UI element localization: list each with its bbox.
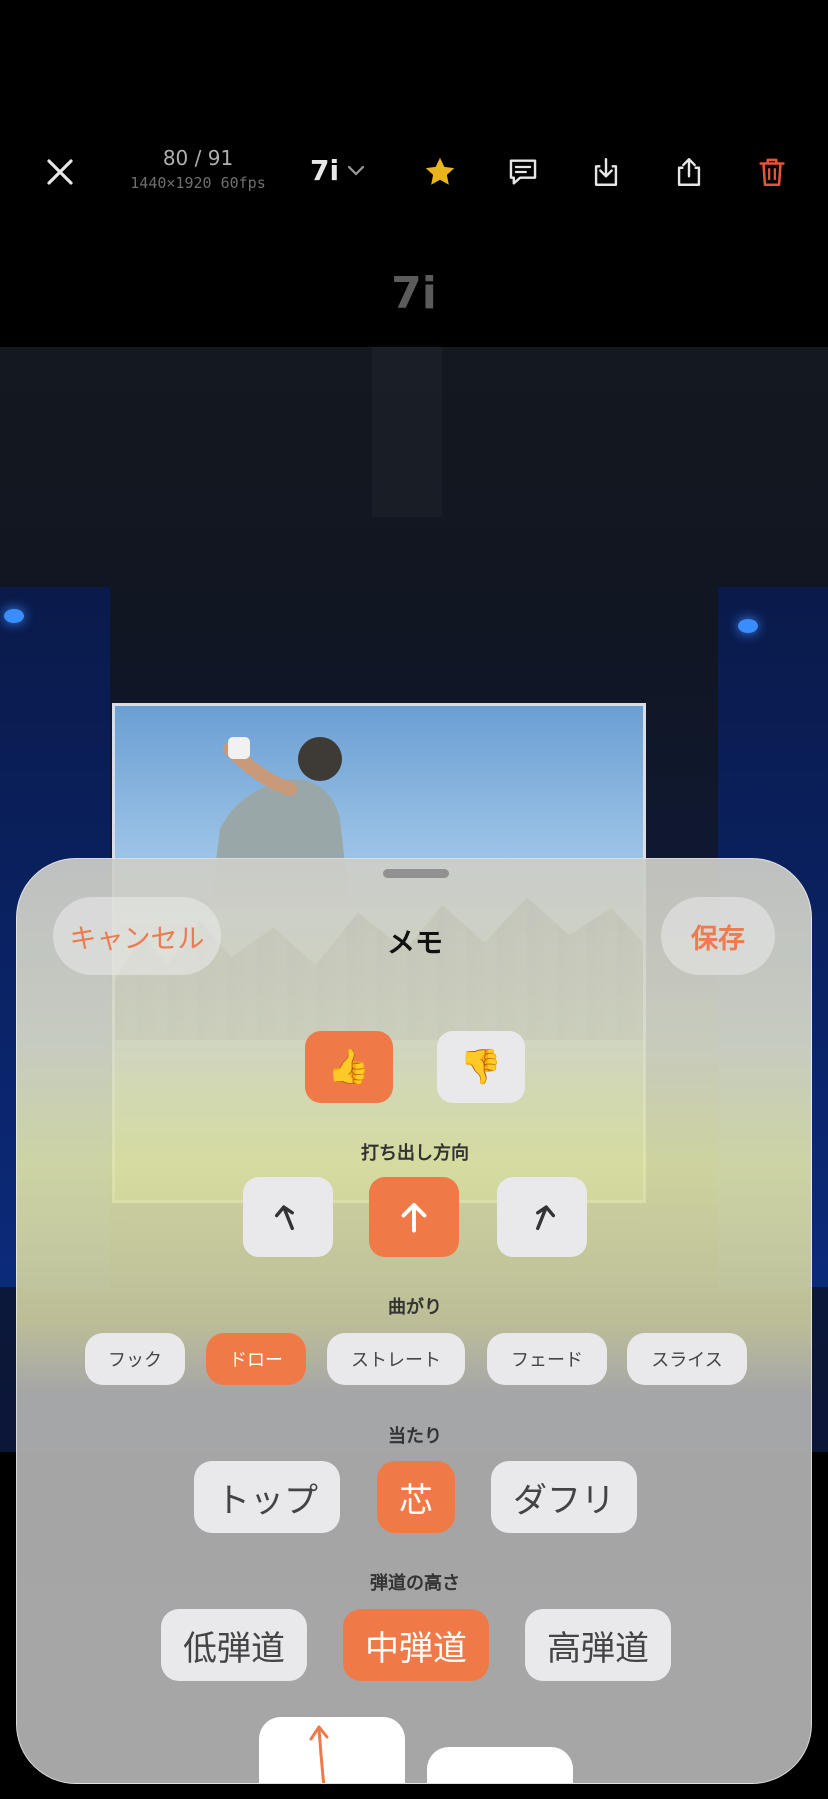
top-bar: 80 / 91 1440×1920 60fps 7i [0,140,828,200]
height-label: 弾道の高さ [370,1573,460,1594]
light-right [738,619,758,633]
curve-fade-button[interactable]: フェード [487,1333,607,1385]
frame-count: 80 / 91 [162,146,234,170]
comment-icon[interactable] [503,152,543,192]
video-meta: 1440×1920 60fps [130,174,266,192]
thumbs-down-button[interactable]: 👎 [437,1031,525,1103]
club-title: 7i [391,268,437,319]
contact-fat-button[interactable]: ダフリ [491,1461,637,1533]
direction-label: 打ち出し方向 [361,1143,469,1164]
height-high-button[interactable]: 高弾道 [525,1609,671,1681]
direction-straight-button[interactable] [369,1177,459,1257]
chevron-down-icon [347,165,365,176]
club-selector[interactable]: 7i [310,150,367,190]
sheet-grabber[interactable] [383,869,449,878]
trajectory-option-card[interactable] [259,1717,405,1783]
curve-hook-button[interactable]: フック [85,1333,185,1385]
height-low-button[interactable]: 低弾道 [161,1609,307,1681]
right-arrow-icon [536,1205,556,1231]
height-mid-button[interactable]: 中弾道 [343,1609,489,1681]
direction-right-button[interactable] [497,1177,587,1257]
contact-label: 当たり [388,1426,442,1447]
direction-left-button[interactable] [243,1177,333,1257]
light-left [4,609,24,623]
memo-sheet: キャンセル メモ 保存 👍 👎 打ち出し方向 曲がり フック ドロー ストレート… [16,858,812,1784]
ceiling [372,347,442,517]
download-icon[interactable] [586,152,626,192]
curve-draw-button[interactable]: ドロー [206,1333,306,1385]
club-label: 7i [310,153,340,187]
trash-icon[interactable] [752,152,792,192]
save-button[interactable]: 保存 [661,897,775,975]
frame-counter: 80 / 91 1440×1920 60fps [118,146,278,192]
left-arrow-icon [274,1205,294,1231]
curve-slice-button[interactable]: スライス [627,1333,747,1385]
close-icon[interactable] [40,152,80,192]
thumbs-up-button[interactable]: 👍 [305,1031,393,1103]
up-arrow-icon [401,1203,427,1233]
contact-top-button[interactable]: トップ [194,1461,340,1533]
star-icon[interactable] [420,152,460,192]
share-icon[interactable] [669,152,709,192]
contact-center-button[interactable]: 芯 [377,1461,455,1533]
curve-label: 曲がり [388,1297,442,1318]
trajectory-arrow-icon [309,1725,329,1783]
trajectory-option-card-2[interactable] [427,1747,573,1783]
curve-straight-button[interactable]: ストレート [327,1333,465,1385]
